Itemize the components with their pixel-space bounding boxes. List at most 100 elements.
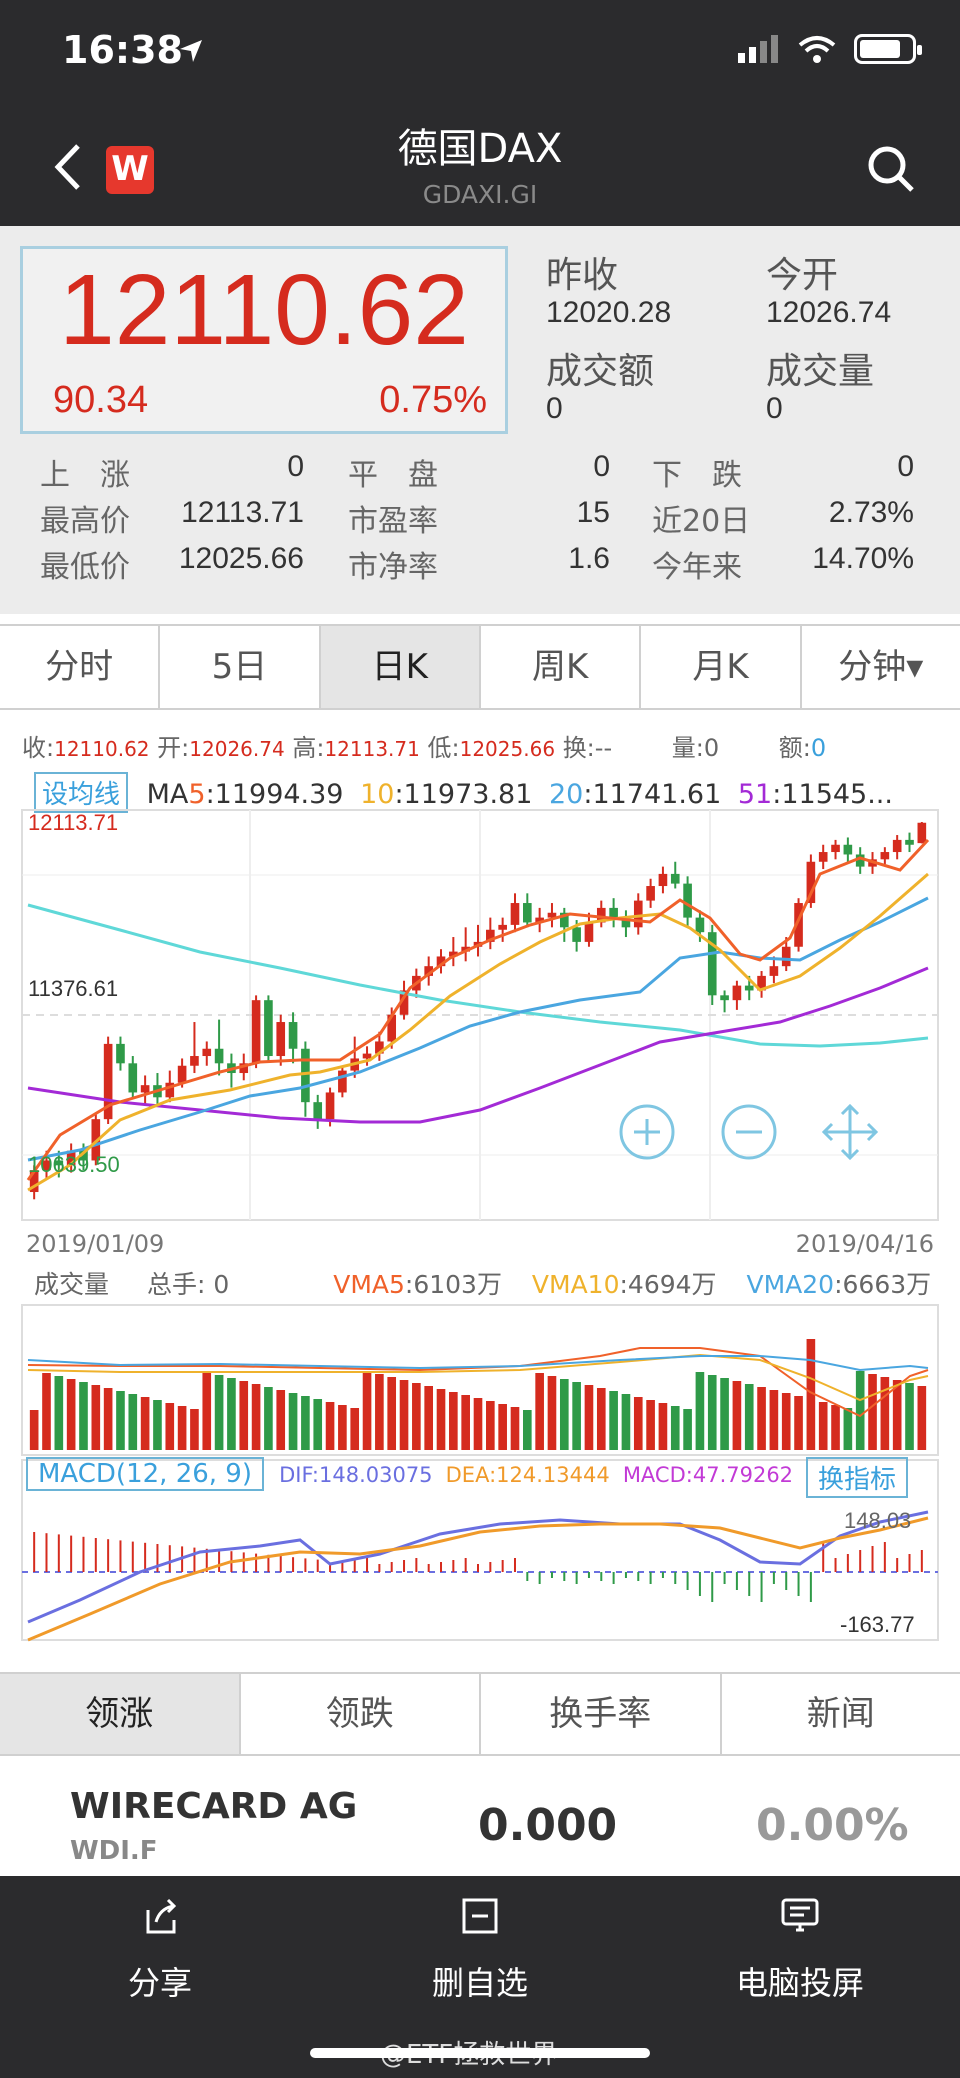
list-item[interactable]: WIRECARD AG WDI.F 0.000 0.00% <box>0 1770 960 1876</box>
vol-label: 量: <box>671 734 704 762</box>
volume-bar <box>103 1388 113 1450</box>
home-indicator[interactable] <box>310 2048 650 2058</box>
tab-turnover[interactable]: 换手率 <box>481 1674 722 1754</box>
macd-bar <box>538 1572 541 1584</box>
volume-bar <box>769 1390 779 1450</box>
candle-info-line: 收:12110.62 开:12026.74 高:12113.71 低:12025… <box>22 728 826 763</box>
volume-bar <box>584 1385 594 1450</box>
volume-bar <box>54 1376 64 1450</box>
macd-bar <box>57 1534 60 1572</box>
dif-value: :148.03075 <box>311 1463 433 1487</box>
macd-bar <box>637 1572 640 1581</box>
macd-bar <box>550 1572 553 1578</box>
vma10-label: VMA10 <box>531 1270 620 1299</box>
tab-5day[interactable]: 5日 <box>160 626 321 708</box>
volume-bar <box>670 1406 680 1450</box>
close-label: 收: <box>22 734 55 762</box>
macd-bar <box>871 1546 874 1572</box>
open-label: 开: <box>157 734 190 762</box>
volume-bar <box>510 1407 520 1450</box>
price-box: 12110.62 90.34 0.75% <box>20 246 508 434</box>
volume-bar <box>239 1381 249 1450</box>
macd-bar <box>279 1556 282 1572</box>
search-icon[interactable] <box>866 144 916 194</box>
candle-body <box>732 985 742 1001</box>
macd-bar <box>464 1558 467 1572</box>
amt-value: 0 <box>810 734 827 762</box>
remove-watchlist-button[interactable]: 删自选 <box>320 1876 640 2016</box>
tab-daily-k[interactable]: 日K <box>320 626 481 708</box>
k-axis-bottom: 10639.50 <box>28 1152 120 1177</box>
candle-body <box>658 873 668 887</box>
macd-bar <box>218 1550 221 1572</box>
stat-label: 平 盘 <box>348 458 438 493</box>
amount-value: 0 <box>546 392 563 425</box>
swap-indicator-button[interactable]: 换指标 <box>806 1457 909 1498</box>
volume-bar <box>547 1376 557 1450</box>
volume-bar <box>412 1383 421 1450</box>
candle-body <box>276 1022 286 1057</box>
volume-bar <box>461 1395 470 1450</box>
macd-bar <box>366 1558 369 1572</box>
stock-price: 0.000 <box>478 1800 618 1851</box>
tab-weekly-k[interactable]: 周K <box>481 626 642 708</box>
macd-bar <box>834 1558 837 1572</box>
zoom-controls <box>619 1103 879 1161</box>
macd-bar <box>698 1572 701 1596</box>
volume-bar <box>781 1393 791 1450</box>
tab-monthly-k[interactable]: 月K <box>641 626 802 708</box>
stat-value: 1.6 <box>568 542 610 575</box>
volume-bar <box>424 1386 433 1450</box>
dea-value: :124.13444 <box>489 1463 610 1487</box>
cast-button[interactable]: 电脑投屏 <box>640 1876 960 2016</box>
candle-body <box>843 844 853 855</box>
volume-bar <box>42 1373 51 1450</box>
macd-bar <box>353 1560 356 1572</box>
dea-line <box>27 1516 929 1642</box>
macd-bar <box>242 1552 245 1572</box>
volume-bar <box>633 1397 643 1450</box>
candles-group <box>29 822 927 1200</box>
k-date-end: 2019/04/16 <box>795 1230 934 1258</box>
volume-bar <box>658 1403 668 1450</box>
volume-bar <box>66 1379 76 1450</box>
candle-body <box>818 852 828 862</box>
candle-body <box>880 852 890 860</box>
candle-body <box>251 1000 261 1064</box>
bottom-toolbar: 分享 删自选 电脑投屏 @ETF拯救世界 <box>0 1876 960 2078</box>
volume-bar <box>473 1398 483 1450</box>
battery-level <box>860 40 900 58</box>
macd-bar <box>760 1572 763 1602</box>
tab-top-losers[interactable]: 领跌 <box>241 1674 481 1754</box>
stock-pct: 0.00% <box>756 1800 909 1851</box>
volume-bar <box>190 1409 199 1450</box>
vma5-value: :6103万 <box>404 1270 502 1299</box>
macd-bar <box>452 1560 455 1572</box>
screen-cast-icon <box>781 1898 819 1932</box>
share-button[interactable]: 分享 <box>0 1876 320 2016</box>
k-date-start: 2019/01/09 <box>26 1230 165 1258</box>
price-change-pct: 0.75% <box>379 379 487 421</box>
macd-bar <box>883 1542 886 1572</box>
volume-bar <box>399 1380 409 1450</box>
macd-bar <box>735 1572 738 1590</box>
tab-news[interactable]: 新闻 <box>722 1674 960 1754</box>
tab-intraday[interactable]: 分时 <box>0 626 161 708</box>
tab-top-gainers[interactable]: 领涨 <box>0 1674 241 1754</box>
tab-minute[interactable]: 分钟▾ <box>802 626 960 708</box>
macd-bar <box>513 1558 516 1572</box>
volume-bar <box>449 1392 458 1450</box>
signal-icon <box>738 35 778 63</box>
volume-bar <box>621 1394 631 1450</box>
close-value: 12110.62 <box>54 737 150 761</box>
volume-bar <box>917 1386 927 1450</box>
candle-body <box>892 839 902 853</box>
share-icon <box>146 1898 177 1934</box>
volume-bar <box>831 1405 840 1450</box>
volume-bar <box>855 1371 865 1450</box>
page-title: 德国DAX <box>397 126 563 172</box>
candle-body <box>720 995 729 1001</box>
prev-close-label: 昨收 <box>546 255 619 296</box>
macd-params-button[interactable]: MACD(12, 26, 9) <box>26 1457 264 1491</box>
fullscreen-icon[interactable] <box>821 1103 879 1161</box>
